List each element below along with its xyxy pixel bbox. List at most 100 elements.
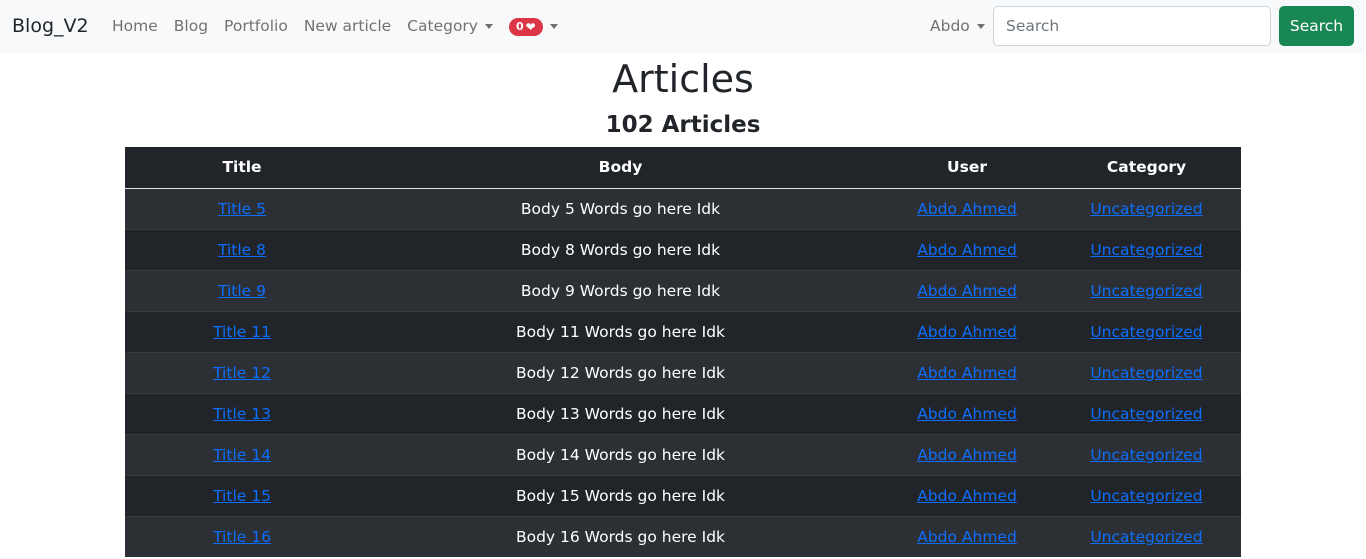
user-cell: Abdo Ahmed (882, 474, 1052, 516)
search-input[interactable] (993, 6, 1271, 46)
user-cell: Abdo Ahmed (882, 269, 1052, 311)
category-cell: Uncategorized (1052, 351, 1241, 393)
category-cell: Uncategorized (1052, 310, 1241, 352)
table-row: Title 16 Body 16 Words go here Idk Abdo … (125, 515, 1241, 557)
title-cell: Title 16 (125, 515, 359, 557)
user-cell: Abdo Ahmed (882, 515, 1052, 557)
user-cell: Abdo Ahmed (882, 351, 1052, 393)
category-cell: Uncategorized (1052, 228, 1241, 270)
user-cell: Abdo Ahmed (882, 310, 1052, 352)
user-cell: Abdo Ahmed (882, 228, 1052, 270)
title-cell: Title 15 (125, 474, 359, 516)
brand-link[interactable]: Blog_V2 (12, 14, 89, 38)
title-cell: Title 11 (125, 310, 359, 352)
table-row: Title 8 Body 8 Words go here Idk Abdo Ah… (125, 228, 1241, 270)
article-category-link[interactable]: Uncategorized (1090, 446, 1202, 464)
article-body: Body 11 Words go here Idk (359, 310, 882, 352)
article-title-link[interactable]: Title 13 (213, 405, 271, 423)
article-category-link[interactable]: Uncategorized (1090, 528, 1202, 546)
user-dropdown[interactable]: Abdo (922, 0, 993, 53)
article-category-link[interactable]: Uncategorized (1090, 241, 1202, 259)
user-cell: Abdo Ahmed (882, 433, 1052, 475)
article-body: Body 12 Words go here Idk (359, 351, 882, 393)
article-title-link[interactable]: Title 16 (213, 528, 271, 546)
table-row: Title 9 Body 9 Words go here Idk Abdo Ah… (125, 269, 1241, 311)
title-cell: Title 5 (125, 187, 359, 229)
user-cell: Abdo Ahmed (882, 187, 1052, 229)
article-user-link[interactable]: Abdo Ahmed (917, 446, 1017, 464)
category-cell: Uncategorized (1052, 515, 1241, 557)
category-cell: Uncategorized (1052, 392, 1241, 434)
column-header-title: Title (125, 147, 359, 189)
category-cell: Uncategorized (1052, 474, 1241, 516)
nav-home-link[interactable]: Home (104, 0, 166, 53)
column-header-category: Category (1052, 147, 1241, 189)
title-cell: Title 12 (125, 351, 359, 393)
column-header-body: Body (359, 147, 882, 189)
article-body: Body 14 Words go here Idk (359, 433, 882, 475)
article-user-link[interactable]: Abdo Ahmed (917, 364, 1017, 382)
article-user-link[interactable]: Abdo Ahmed (917, 200, 1017, 218)
article-user-link[interactable]: Abdo Ahmed (917, 528, 1017, 546)
table-row: Title 15 Body 15 Words go here Idk Abdo … (125, 474, 1241, 516)
column-header-user: User (882, 147, 1052, 189)
article-user-link[interactable]: Abdo Ahmed (917, 241, 1017, 259)
title-cell: Title 9 (125, 269, 359, 311)
table-row: Title 14 Body 14 Words go here Idk Abdo … (125, 433, 1241, 475)
article-title-link[interactable]: Title 11 (213, 323, 271, 341)
heart-icon: ❤ (525, 19, 536, 34)
article-title-link[interactable]: Title 8 (218, 241, 266, 259)
article-body: Body 15 Words go here Idk (359, 474, 882, 516)
favorites-badge: 0 ❤ (508, 17, 543, 36)
article-body: Body 13 Words go here Idk (359, 392, 882, 434)
user-cell: Abdo Ahmed (882, 392, 1052, 434)
article-body: Body 9 Words go here Idk (359, 269, 882, 311)
navbar: Blog_V2 Home Blog Portfolio New article … (0, 0, 1366, 53)
nav-portfolio-link[interactable]: Portfolio (216, 0, 296, 53)
chevron-down-icon (484, 24, 493, 29)
articles-table: Title Body User Category Title 5 Body 5 … (125, 147, 1241, 557)
article-title-link[interactable]: Title 14 (213, 446, 271, 464)
page-title: Articles (612, 57, 754, 101)
table-row: Title 11 Body 11 Words go here Idk Abdo … (125, 310, 1241, 352)
title-cell: Title 14 (125, 433, 359, 475)
article-category-link[interactable]: Uncategorized (1090, 200, 1202, 218)
article-category-link[interactable]: Uncategorized (1090, 282, 1202, 300)
chevron-down-icon (976, 24, 985, 29)
article-category-link[interactable]: Uncategorized (1090, 487, 1202, 505)
title-cell: Title 13 (125, 392, 359, 434)
article-category-link[interactable]: Uncategorized (1090, 405, 1202, 423)
table-row: Title 13 Body 13 Words go here Idk Abdo … (125, 392, 1241, 434)
article-user-link[interactable]: Abdo Ahmed (917, 487, 1017, 505)
articles-table-container: Title Body User Category Title 5 Body 5 … (125, 147, 1241, 557)
category-cell: Uncategorized (1052, 269, 1241, 311)
category-cell: Uncategorized (1052, 187, 1241, 229)
article-count: 102 Articles (605, 112, 761, 138)
user-name: Abdo (930, 17, 970, 35)
article-body: Body 8 Words go here Idk (359, 228, 882, 270)
nav-links: Home Blog Portfolio New article Category… (104, 0, 566, 53)
article-category-link[interactable]: Uncategorized (1090, 323, 1202, 341)
article-category-link[interactable]: Uncategorized (1090, 364, 1202, 382)
category-dropdown[interactable]: Category (399, 0, 501, 53)
article-title-link[interactable]: Title 12 (213, 364, 271, 382)
favorites-count: 0 (515, 19, 524, 33)
category-dropdown-label: Category (407, 17, 478, 35)
search-button[interactable]: Search (1279, 6, 1354, 46)
table-header-row: Title Body User Category (125, 147, 1241, 189)
article-user-link[interactable]: Abdo Ahmed (917, 282, 1017, 300)
title-cell: Title 8 (125, 228, 359, 270)
article-title-link[interactable]: Title 5 (218, 200, 266, 218)
article-title-link[interactable]: Title 9 (218, 282, 266, 300)
article-user-link[interactable]: Abdo Ahmed (917, 323, 1017, 341)
nav-new-article-link[interactable]: New article (296, 0, 399, 53)
chevron-down-icon (549, 24, 558, 29)
article-title-link[interactable]: Title 15 (213, 487, 271, 505)
table-row: Title 5 Body 5 Words go here Idk Abdo Ah… (125, 187, 1241, 229)
favorites-dropdown[interactable]: 0 ❤ (501, 17, 566, 36)
article-body: Body 16 Words go here Idk (359, 515, 882, 557)
table-row: Title 12 Body 12 Words go here Idk Abdo … (125, 351, 1241, 393)
nav-blog-link[interactable]: Blog (166, 0, 216, 53)
article-user-link[interactable]: Abdo Ahmed (917, 405, 1017, 423)
user-dropdown-toggle[interactable]: Abdo (922, 0, 993, 53)
